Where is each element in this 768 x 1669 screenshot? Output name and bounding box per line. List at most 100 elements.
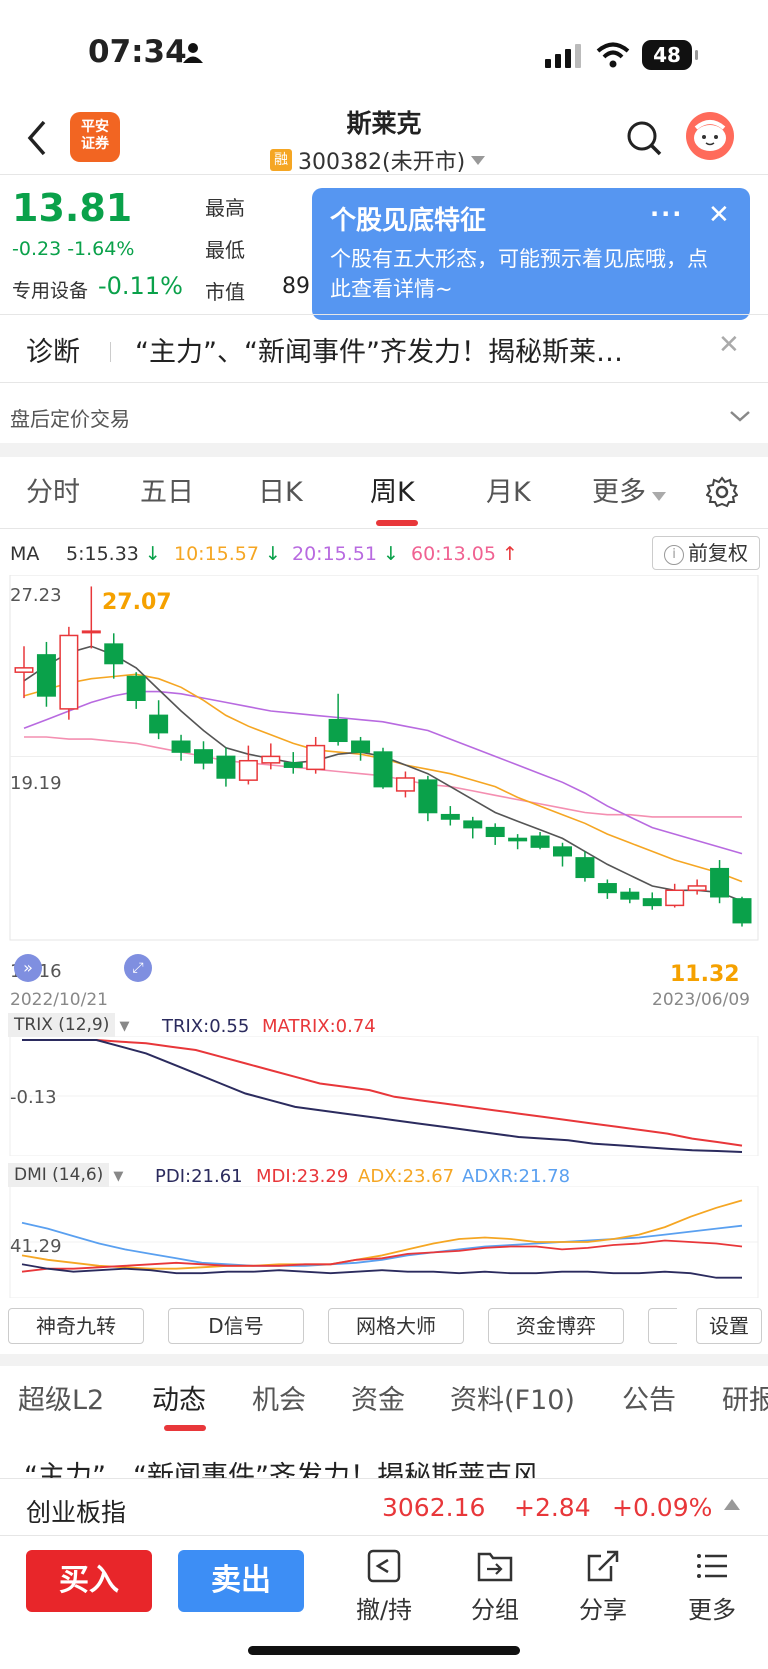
tab-weekly-k[interactable]: 周K [370, 470, 415, 509]
candle-body [620, 891, 640, 900]
bottom-signal-popup[interactable]: 个股见底特征 ··· ✕ 个股有五大形态，可能预示着见底哦，点此查看详情~ [312, 188, 750, 320]
sell-button[interactable]: 卖出 [178, 1550, 304, 1612]
candle-body [732, 898, 752, 924]
tab-five-day[interactable]: 五日 [140, 470, 194, 509]
candle-body [418, 779, 438, 814]
candle [620, 888, 640, 904]
expand-icon[interactable]: ⤢ [124, 954, 152, 982]
tab-research[interactable]: 研报 [722, 1378, 768, 1417]
sector-change[interactable]: -0.11% [98, 272, 183, 300]
stock-code-selector[interactable]: 融 300382(未开市) [270, 144, 486, 176]
avatar[interactable] [686, 112, 734, 160]
candle-body [216, 755, 236, 779]
close-icon[interactable]: ✕ [718, 330, 740, 360]
buy-button[interactable]: 买入 [26, 1550, 152, 1612]
close-icon[interactable]: ✕ [708, 200, 730, 230]
broker-logo: 平安 证券 [70, 112, 120, 162]
candle-body [597, 883, 617, 894]
divider [0, 528, 768, 529]
tool-grid-master[interactable]: 网格大师 [328, 1308, 464, 1344]
candle [149, 700, 169, 740]
tab-daily-k[interactable]: 日K [258, 470, 303, 509]
withdraw-button[interactable]: 撤/持 [344, 1548, 424, 1625]
more-label: 更多 [688, 1596, 736, 1624]
dmi-lines [9, 1186, 759, 1298]
after-hours-label[interactable]: 盘后定价交易 [10, 403, 130, 432]
candlestick-chart[interactable] [0, 575, 768, 1010]
tool-more-partial[interactable] [648, 1308, 677, 1344]
matrix-value: MATRIX:0.74 [262, 1016, 376, 1037]
gear-icon[interactable] [706, 476, 738, 508]
tab-super-l2[interactable]: 超级L2 [18, 1378, 104, 1417]
candle [732, 896, 752, 927]
fast-forward-icon[interactable]: » [14, 954, 42, 982]
period-tabs: 分时 五日 日K 周K 月K 更多 [0, 470, 768, 526]
tool-magic-nine[interactable]: 神奇九转 [8, 1308, 144, 1344]
chevron-down-icon [652, 492, 666, 501]
chevron-down-icon [471, 155, 486, 165]
market-value: 89 [282, 274, 310, 299]
candle-body [126, 675, 146, 702]
candle-body [306, 744, 326, 771]
avatar-face-icon [694, 120, 726, 151]
adjust-button[interactable]: i 前复权 [652, 536, 760, 570]
margin-badge: 融 [270, 149, 292, 171]
chevron-down-icon[interactable] [728, 404, 752, 428]
dmi-chart[interactable] [0, 1186, 768, 1298]
separator [110, 342, 111, 362]
trix-chart[interactable] [0, 1036, 768, 1156]
low-label: 最低 [205, 238, 245, 262]
more-icon[interactable]: ··· [650, 200, 683, 228]
ma10-text: 10:15.57 [174, 543, 259, 565]
home-indicator [248, 1646, 520, 1655]
candle-body [575, 857, 595, 879]
signal-icon [545, 44, 581, 68]
diagnosis-headline[interactable]: “主力”、“新闻事件”齐发力！揭秘斯莱… [135, 330, 695, 369]
share-button[interactable]: 分享 [563, 1548, 643, 1625]
section-spacer [0, 1354, 768, 1366]
folder-icon [477, 1552, 513, 1582]
sector-name[interactable]: 专用设备 [12, 276, 88, 303]
index-ticker[interactable]: 创业板指 3062.16 +2.84 +0.09% [0, 1478, 768, 1536]
candle [665, 883, 685, 908]
trix-selector[interactable]: TRIX (12,9) ▼ [8, 1013, 130, 1037]
more-button[interactable]: 更多 [672, 1548, 752, 1625]
diagnosis-label: 诊断 [26, 337, 80, 368]
divider [0, 382, 768, 383]
candle-body [149, 714, 169, 734]
candle [530, 831, 550, 850]
triangle-down-icon: ▼ [115, 1019, 130, 1034]
divider [0, 174, 768, 175]
tab-opportunity[interactable]: 机会 [252, 1378, 306, 1417]
ma5-text: 5:15.33 [66, 543, 139, 565]
group-button[interactable]: 分组 [455, 1548, 535, 1625]
tool-capital-game[interactable]: 资金博弈 [488, 1308, 624, 1344]
tab-minute[interactable]: 分时 [26, 470, 80, 509]
tab-more[interactable]: 更多 [592, 470, 666, 509]
y-tick-top: 27.23 [10, 585, 62, 606]
ma20-text: 20:15.51 [292, 543, 377, 565]
stock-code: 300382(未开市) [298, 150, 466, 175]
candle [126, 672, 146, 709]
candle [328, 693, 348, 746]
news-preview[interactable]: “主力”、“新闻事件”齐发力！揭秘斯莱克风 [24, 1454, 764, 1480]
tool-d-signal[interactable]: D信号 [168, 1308, 304, 1344]
high-label: 最高 [205, 196, 245, 220]
search-icon[interactable] [624, 118, 664, 158]
dmi-selector[interactable]: DMI (14,6) ▼ [8, 1163, 123, 1187]
candle-body [485, 826, 505, 838]
arrow-up-icon: ↑ [495, 543, 518, 565]
candle [418, 775, 438, 822]
candle-body [440, 813, 460, 820]
candle-body [59, 634, 79, 710]
tab-f10[interactable]: 资料(F10) [450, 1378, 575, 1417]
tab-announcement[interactable]: 公告 [622, 1378, 676, 1417]
tool-settings[interactable]: 设置 [696, 1308, 762, 1344]
back-arrow-icon[interactable] [22, 118, 52, 158]
pdi-value: PDI:21.61 [155, 1166, 243, 1187]
tab-news[interactable]: 动态 [152, 1378, 206, 1417]
tab-monthly-k[interactable]: 月K [486, 470, 531, 509]
candle [373, 747, 393, 789]
ma60-value: 60:13.05 ↑ [411, 543, 518, 565]
tab-funds[interactable]: 资金 [351, 1378, 405, 1417]
